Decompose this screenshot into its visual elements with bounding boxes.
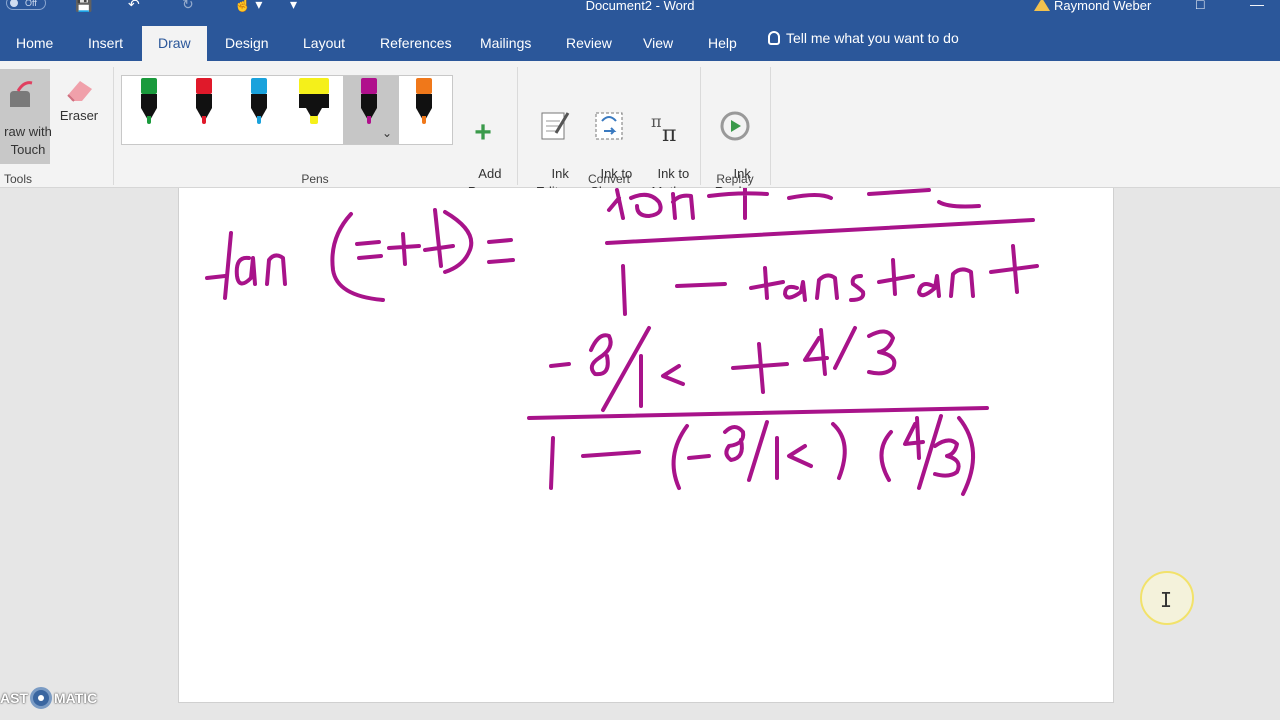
text-cursor-icon: I bbox=[1160, 588, 1173, 612]
pen-green[interactable] bbox=[132, 78, 166, 142]
record-icon bbox=[30, 687, 52, 709]
pen-magenta[interactable] bbox=[352, 78, 386, 142]
pens-group-label: Pens bbox=[301, 172, 329, 186]
pen-orange[interactable] bbox=[407, 78, 441, 142]
ink-editor-icon bbox=[541, 112, 570, 140]
pi-icon: π π bbox=[651, 112, 676, 143]
tab-review[interactable]: Review bbox=[550, 14, 628, 61]
pen-blue[interactable] bbox=[242, 78, 276, 142]
group-separator bbox=[770, 67, 771, 185]
group-separator bbox=[517, 67, 518, 185]
convert-group-label: Convert bbox=[587, 172, 631, 186]
hand-pen-icon bbox=[10, 81, 33, 107]
tools-group-label: Tools bbox=[3, 172, 32, 186]
svg-text:π: π bbox=[662, 122, 676, 143]
tell-me-box[interactable]: Tell me what you want to do bbox=[752, 14, 975, 61]
tab-view[interactable]: View bbox=[627, 14, 689, 61]
tab-home[interactable]: Home bbox=[0, 14, 69, 61]
replay-icon bbox=[720, 111, 750, 141]
ribbon-tabs: Home Insert Draw Design Layout Reference… bbox=[0, 14, 1280, 61]
eraser-label: Eraser bbox=[59, 108, 99, 123]
tab-references[interactable]: References bbox=[364, 14, 468, 61]
group-separator bbox=[113, 67, 114, 185]
group-separator bbox=[700, 67, 701, 185]
ribbon-display-icon[interactable]: □ bbox=[1196, 0, 1204, 12]
draw-with-touch-button[interactable]: raw with Touch bbox=[0, 69, 52, 164]
warning-icon bbox=[1034, 0, 1050, 11]
pen-dropdown-icon[interactable]: ⌄ bbox=[382, 126, 392, 140]
tab-insert[interactable]: Insert bbox=[72, 14, 139, 61]
draw-with-touch-label: raw with Touch bbox=[4, 124, 52, 157]
ribbon-draw: raw with Touch Eraser Tools ⌄ + Add Pens… bbox=[0, 61, 1280, 199]
plus-icon: + bbox=[474, 116, 492, 149]
watermark-right-text: MATIC bbox=[54, 690, 98, 706]
user-name: Raymond Weber bbox=[1054, 0, 1152, 13]
lightbulb-icon bbox=[768, 30, 780, 45]
pens-gallery: ⌄ bbox=[121, 75, 453, 145]
pen-red[interactable] bbox=[187, 78, 221, 142]
title-bar: Off 💾 ↶ ↻ ☝ ▾ ▾ Document2 - Word Raymond… bbox=[0, 0, 1280, 14]
tab-help[interactable]: Help bbox=[692, 14, 753, 61]
watermark-left-text: AST bbox=[0, 690, 28, 706]
document-page[interactable] bbox=[178, 188, 1114, 703]
tell-me-text: Tell me what you want to do bbox=[786, 29, 959, 46]
eraser-button[interactable]: Eraser bbox=[58, 75, 100, 125]
highlighter-yellow[interactable] bbox=[297, 78, 331, 142]
tab-layout[interactable]: Layout bbox=[287, 14, 361, 61]
minimize-icon[interactable]: — bbox=[1250, 0, 1264, 12]
eraser-icon bbox=[67, 81, 92, 102]
handwritten-ink bbox=[205, 188, 1039, 496]
ink-to-shape-icon bbox=[595, 112, 623, 140]
tab-design[interactable]: Design bbox=[209, 14, 285, 61]
account-area[interactable]: Raymond Weber bbox=[1034, 0, 1151, 13]
replay-group-label: Replay bbox=[716, 172, 754, 186]
svg-text:π: π bbox=[651, 112, 662, 131]
tab-draw[interactable]: Draw bbox=[142, 26, 207, 61]
screencast-watermark: AST MATIC bbox=[0, 686, 97, 710]
tab-mailings[interactable]: Mailings bbox=[464, 14, 547, 61]
